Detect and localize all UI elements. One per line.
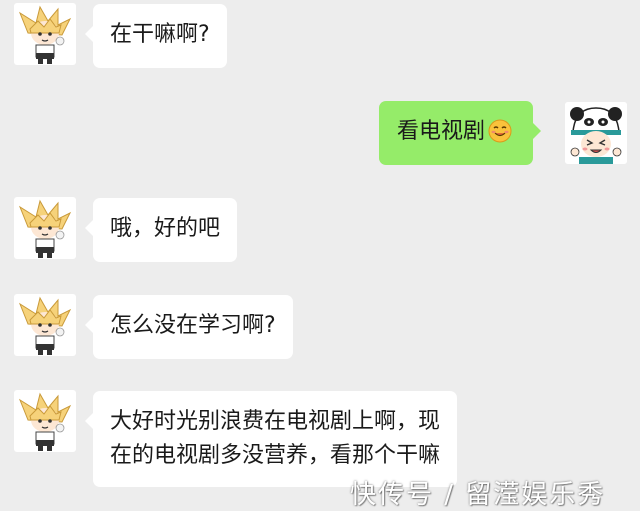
blonde-cartoon-boy-icon — [19, 297, 71, 356]
message-bubble-incoming[interactable]: 在干嘛啊? — [85, 4, 227, 68]
smiling-face-emoji-icon — [488, 119, 512, 143]
watermark: 快传号 / 留滢娱乐秀 — [350, 480, 606, 510]
message-text-line: 在的电视剧多没营养，看那个干嘛 — [110, 443, 441, 468]
avatar-contact[interactable] — [14, 197, 76, 259]
message-text: 在干嘛啊? — [110, 22, 210, 47]
avatar-contact[interactable] — [14, 390, 76, 452]
blonde-cartoon-boy-icon — [19, 6, 71, 65]
message-bubble-outgoing[interactable]: 看电视剧 — [379, 101, 542, 165]
message-text: 看电视剧 — [397, 119, 486, 144]
message-text: 哦，好的吧 — [110, 216, 221, 241]
avatar-contact[interactable] — [14, 294, 76, 356]
avatar-contact[interactable] — [14, 3, 76, 65]
avatar-self[interactable] — [565, 102, 627, 164]
blonde-cartoon-boy-icon — [19, 200, 71, 259]
panda-hat-boy-icon — [565, 102, 627, 164]
message-bubble-incoming[interactable]: 大好时光别浪费在电视剧上啊，现 在的电视剧多没营养，看那个干嘛 — [84, 391, 458, 487]
message-text-line: 大好时光别浪费在电视剧上啊，现 — [110, 409, 441, 434]
message-bubble-incoming[interactable]: 哦，好的吧 — [84, 198, 238, 262]
message-text: 怎么没在学习啊? — [110, 313, 276, 338]
message-bubble-incoming[interactable]: 怎么没在学习啊? — [85, 295, 293, 359]
blonde-cartoon-boy-icon — [19, 393, 71, 452]
